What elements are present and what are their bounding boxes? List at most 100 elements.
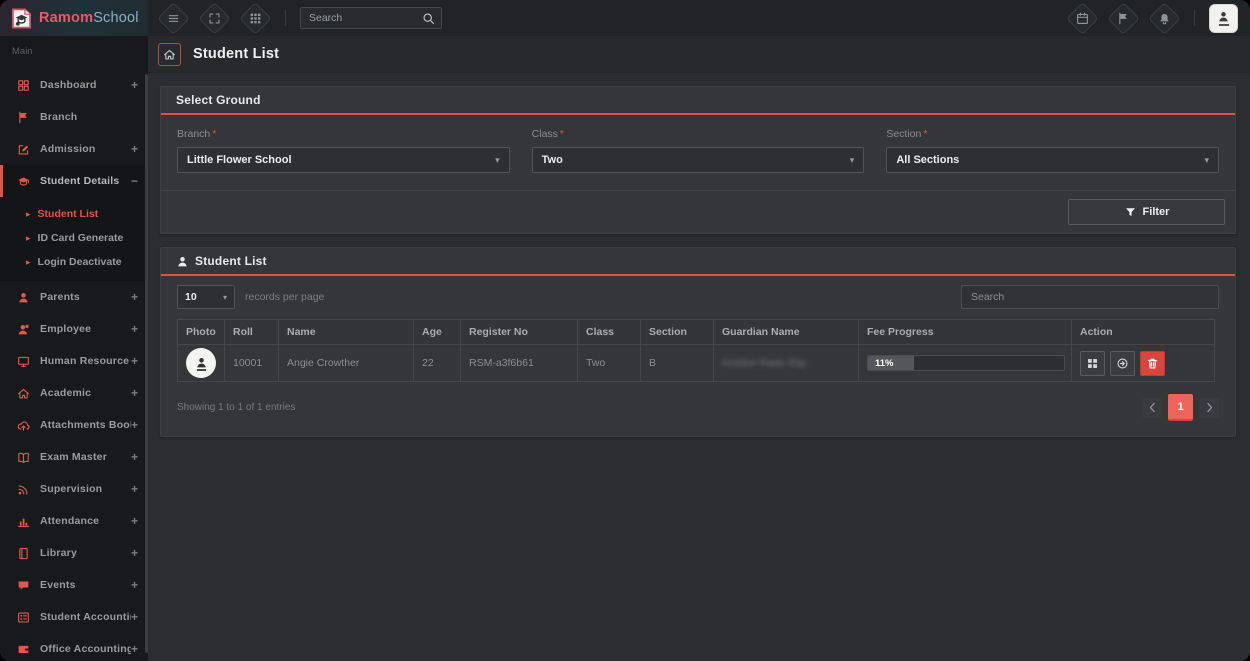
filter-button[interactable]: Filter <box>1068 199 1225 225</box>
topbar-divider <box>1194 10 1195 26</box>
branch-select[interactable]: Little Flower School ▾ <box>177 147 510 173</box>
filter-fields: Branch* Little Flower School ▾ Class* Tw… <box>161 115 1235 190</box>
next-page-button[interactable] <box>1199 398 1219 418</box>
delete-button[interactable] <box>1140 351 1165 376</box>
select-ground-panel: Select Ground Branch* Little Flower Scho… <box>160 86 1236 234</box>
home-button[interactable] <box>158 43 181 66</box>
user-icon <box>1217 10 1230 23</box>
cell-class: Two <box>578 345 641 382</box>
sidebar-item-employee[interactable]: Employee + <box>0 313 148 345</box>
section-label: Section <box>886 128 921 140</box>
quick-apps-button[interactable] <box>239 2 272 35</box>
sidebar-item-admission[interactable]: Admission + <box>0 133 148 165</box>
grid-icon <box>1086 357 1099 370</box>
col-action[interactable]: Action <box>1072 320 1215 345</box>
sidebar-item-id-card-generate[interactable]: ▸ ID Card Generate <box>0 226 148 250</box>
flag-button[interactable] <box>1107 2 1140 35</box>
col-fee-progress[interactable]: Fee Progress <box>859 320 1072 345</box>
student-list-panel: Student List 10 ▾ records per page <box>160 247 1236 437</box>
col-class[interactable]: Class <box>578 320 641 345</box>
pagination: 1 <box>1142 394 1219 421</box>
chevron-down-icon: ▾ <box>495 155 500 166</box>
sidebar-item-dashboard[interactable]: Dashboard + <box>0 69 148 101</box>
book-icon <box>16 547 31 560</box>
sidebar-section-label: Main <box>0 36 148 59</box>
brand-name-secondary: School <box>93 10 139 26</box>
sidebar-item-student-list[interactable]: ▸ Student List <box>0 202 148 226</box>
sidebar-item-parents[interactable]: Parents + <box>0 281 148 313</box>
sidebar-item-library[interactable]: Library + <box>0 537 148 569</box>
sidebar-toggle-button[interactable] <box>157 2 190 35</box>
table-footer: Showing 1 to 1 of 1 entries 1 <box>161 382 1235 436</box>
sidebar-item-attendance[interactable]: Attendance + <box>0 505 148 537</box>
rss-icon <box>16 483 31 496</box>
chevron-down-icon: ▾ <box>223 293 227 302</box>
page-content: Select Ground Branch* Little Flower Scho… <box>148 73 1250 437</box>
caret-right-icon: ▸ <box>26 209 31 220</box>
previous-page-button[interactable] <box>1142 398 1162 418</box>
cell-section: B <box>641 345 714 382</box>
sidebar-item-student-details[interactable]: Student Details − <box>0 165 148 197</box>
col-guardian-name[interactable]: Guardian Name <box>714 320 859 345</box>
plus-icon: + <box>131 450 138 464</box>
plus-icon: + <box>131 290 138 304</box>
sidebar-item-office-accounting[interactable]: Office Accounting + <box>0 633 148 661</box>
chevron-right-icon <box>1203 401 1216 414</box>
sidebar-item-academic[interactable]: Academic + <box>0 377 148 409</box>
open-book-icon <box>16 451 31 464</box>
brand-logo-icon <box>10 7 33 30</box>
col-roll[interactable]: Roll <box>225 320 279 345</box>
page-header: Student List <box>148 36 1250 73</box>
col-age[interactable]: Age <box>414 320 461 345</box>
fee-progress-fill: 11% <box>868 356 914 370</box>
student-table: Photo Roll Name Age Register No Class Se… <box>177 319 1215 382</box>
sidebar-item-supervision[interactable]: Supervision + <box>0 473 148 505</box>
search-icon[interactable] <box>422 12 435 25</box>
topbar: RamomSchool <box>0 0 1250 36</box>
cell-guardian-name: Kristine Rado Ray <box>722 357 807 369</box>
page-size-select[interactable]: 10 ▾ <box>177 285 235 309</box>
plus-icon: + <box>131 610 138 624</box>
sidebar-item-events[interactable]: Events + <box>0 569 148 601</box>
calendar-button[interactable] <box>1066 2 1099 35</box>
branch-label: Branch <box>177 128 210 140</box>
brand-logo[interactable]: RamomSchool <box>0 0 148 36</box>
sidebar-item-exam-master[interactable]: Exam Master + <box>0 441 148 473</box>
sidebar-item-student-accounting[interactable]: Student Accounting + <box>0 601 148 633</box>
section-select[interactable]: All Sections ▾ <box>886 147 1219 173</box>
plus-icon: + <box>131 78 138 92</box>
grid-button[interactable] <box>1080 351 1105 376</box>
plus-icon: + <box>131 642 138 656</box>
sidebar-item-human-resource[interactable]: Human Resource + <box>0 345 148 377</box>
col-register-no[interactable]: Register No <box>461 320 578 345</box>
sidebar-item-branch[interactable]: Branch <box>0 101 148 133</box>
sidebar-item-attachments-book[interactable]: Attachments Book + <box>0 409 148 441</box>
col-photo[interactable]: Photo <box>178 320 225 345</box>
col-name[interactable]: Name <box>279 320 414 345</box>
row-actions <box>1080 351 1206 376</box>
flag-icon <box>1117 12 1130 25</box>
person-icon <box>195 356 208 369</box>
class-select[interactable]: Two ▾ <box>532 147 865 173</box>
sidebar-scrollbar[interactable] <box>145 74 148 653</box>
plus-icon: + <box>131 386 138 400</box>
fee-progress-bar: 11% <box>867 355 1065 371</box>
cell-age: 22 <box>414 345 461 382</box>
student-list-panel-header: Student List <box>161 248 1235 276</box>
student-photo <box>186 348 216 378</box>
caret-right-icon: ▸ <box>26 233 31 244</box>
notifications-button[interactable] <box>1148 2 1181 35</box>
dashboard-icon <box>16 79 31 92</box>
sidebar-item-login-deactivate[interactable]: ▸ Login Deactivate <box>0 250 148 274</box>
entries-summary: Showing 1 to 1 of 1 entries <box>177 402 295 413</box>
topbar-divider <box>285 10 286 26</box>
col-section[interactable]: Section <box>641 320 714 345</box>
circle-arrow-button[interactable] <box>1110 351 1135 376</box>
topbar-search-input[interactable] <box>301 12 422 24</box>
class-field: Class* Two ▾ <box>532 128 865 173</box>
user-avatar[interactable] <box>1209 4 1238 33</box>
table-search-input[interactable] <box>962 291 1218 303</box>
topbar-search <box>300 7 442 29</box>
fullscreen-button[interactable] <box>198 2 231 35</box>
page-1-button[interactable]: 1 <box>1168 394 1193 421</box>
